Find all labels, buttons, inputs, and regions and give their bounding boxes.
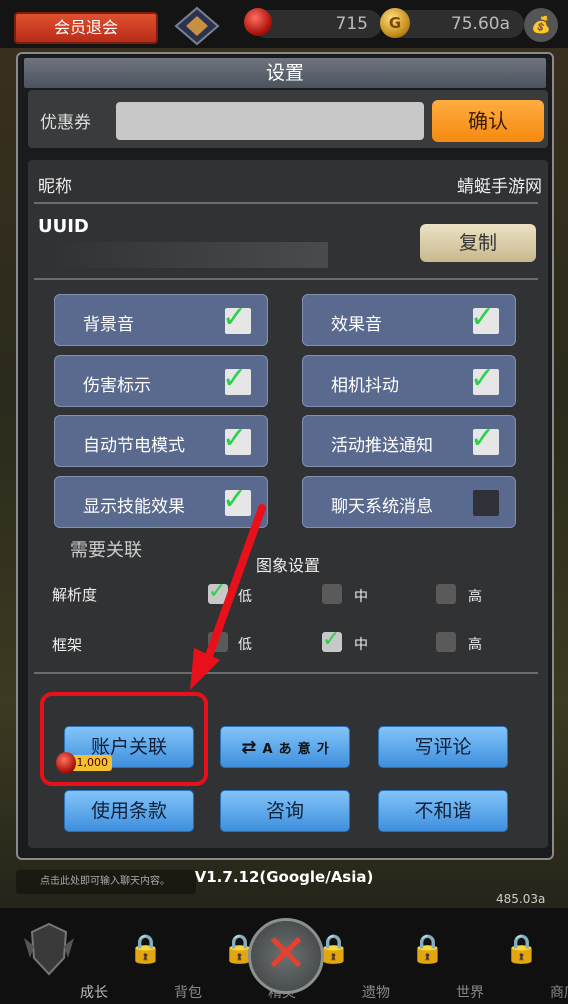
- option-checkbox[interactable]: ✓: [470, 300, 499, 335]
- tab-label: 商店: [550, 985, 568, 1001]
- tab-shop[interactable]: 🔒 商店: [474, 912, 568, 1004]
- framerate-high-label: 高: [468, 637, 482, 653]
- uuid-label: UUID: [38, 216, 89, 237]
- divider: [34, 672, 538, 674]
- option-label: 活动推送通知: [331, 436, 433, 456]
- option-checkbox[interactable]: ✓: [222, 421, 251, 456]
- language-glyph-ko: 가: [316, 742, 329, 757]
- resolution-mid-label: 中: [354, 589, 368, 605]
- terms-button[interactable]: 使用条款: [64, 790, 194, 832]
- framerate-label: 框架: [52, 636, 83, 654]
- language-glyph-a: A: [262, 742, 273, 757]
- lock-icon: 🔒: [128, 932, 163, 965]
- option-label: 相机抖动: [331, 376, 399, 396]
- close-icon: ✕: [264, 924, 308, 984]
- red-arrow-annotation: [190, 504, 266, 690]
- option-label: 效果音: [331, 315, 382, 335]
- option-checkbox[interactable]: ✓: [222, 361, 251, 396]
- option-checkbox[interactable]: ✓: [470, 361, 499, 396]
- option-bgm[interactable]: 背景音 ✓: [54, 294, 268, 346]
- language-glyph-ja: あ: [278, 742, 292, 757]
- coupon-label: 优惠券: [40, 113, 91, 133]
- option-power-saving[interactable]: 自动节电模式 ✓: [54, 415, 268, 467]
- close-button[interactable]: ✕: [248, 918, 324, 994]
- framerate-mid-label: 中: [354, 637, 368, 653]
- checkmark-icon: ✓: [222, 300, 248, 335]
- divider: [34, 202, 538, 204]
- nickname-label: 昵称: [38, 177, 72, 197]
- need-link-label: 需要关联: [70, 540, 142, 561]
- checkmark-icon: ✓: [222, 421, 248, 456]
- resolution-label: 解析度: [52, 586, 98, 604]
- option-push-notify[interactable]: 活动推送通知 ✓: [302, 415, 516, 467]
- consult-button[interactable]: 咨询: [220, 790, 350, 832]
- gem-icon: [244, 8, 272, 36]
- write-review-button[interactable]: 写评论: [378, 726, 508, 768]
- checkmark-icon: ✓: [222, 361, 248, 396]
- option-sfx[interactable]: 效果音 ✓: [302, 294, 516, 346]
- framerate-high-checkbox[interactable]: [436, 632, 456, 652]
- checkmark-icon: ✓: [322, 627, 341, 652]
- highlight-outline: [40, 692, 208, 786]
- nickname-value: 蜻蜓手游网: [457, 177, 542, 197]
- divider: [34, 278, 538, 280]
- checkmark-icon: ✓: [470, 300, 496, 335]
- uuid-value-masked: [38, 242, 328, 268]
- power-value: 485.03a: [496, 892, 546, 906]
- guild-emblem-icon[interactable]: [172, 6, 222, 46]
- option-camera-shake[interactable]: 相机抖动 ✓: [302, 355, 516, 407]
- gold-coin-icon: G: [380, 8, 410, 38]
- option-label: 背景音: [83, 315, 134, 335]
- lock-icon: 🔒: [504, 932, 539, 965]
- checkmark-icon: ✓: [470, 361, 496, 396]
- report-button[interactable]: 不和谐: [378, 790, 508, 832]
- language-glyph-zh: 意: [297, 742, 311, 757]
- panel-title: 设置: [24, 58, 546, 88]
- member-exit-button[interactable]: 会员退会: [14, 12, 158, 44]
- option-label: 自动节电模式: [83, 436, 185, 456]
- tab-world[interactable]: 🔒 世界: [380, 912, 484, 1004]
- option-label: 伤害标示: [83, 376, 151, 396]
- resolution-high-checkbox[interactable]: [436, 584, 456, 604]
- checkmark-icon: ✓: [470, 421, 496, 456]
- resolution-high-label: 高: [468, 589, 482, 605]
- tab-growth[interactable]: 成长: [4, 912, 108, 1004]
- option-label: 聊天系统消息: [331, 497, 433, 517]
- confirm-button[interactable]: 确认: [432, 100, 544, 142]
- lock-icon: 🔒: [410, 932, 445, 965]
- option-chat-system-msg[interactable]: 聊天系统消息: [302, 476, 516, 528]
- option-checkbox[interactable]: ✓: [470, 421, 499, 456]
- framerate-mid-checkbox[interactable]: ✓: [322, 627, 342, 652]
- shield-wings-icon: [24, 922, 74, 976]
- coupon-input[interactable]: [116, 102, 424, 140]
- option-damage-display[interactable]: 伤害标示 ✓: [54, 355, 268, 407]
- chat-input[interactable]: 点击此处即可输入聊天内容。: [16, 870, 196, 894]
- copy-button[interactable]: 复制: [420, 224, 536, 262]
- money-bag-icon[interactable]: 💰: [524, 8, 558, 42]
- tab-bag[interactable]: 🔒 背包: [98, 912, 202, 1004]
- option-checkbox[interactable]: [473, 490, 499, 516]
- swap-arrows-icon: ⇄: [241, 737, 257, 758]
- option-checkbox[interactable]: ✓: [222, 300, 251, 335]
- language-button[interactable]: ⇄ A あ 意 가: [220, 726, 350, 768]
- coupon-section: 优惠券 确认: [28, 90, 548, 148]
- resolution-mid-checkbox[interactable]: [322, 584, 342, 604]
- top-bar: 会员退会 715 75.60a G 💰: [0, 0, 568, 48]
